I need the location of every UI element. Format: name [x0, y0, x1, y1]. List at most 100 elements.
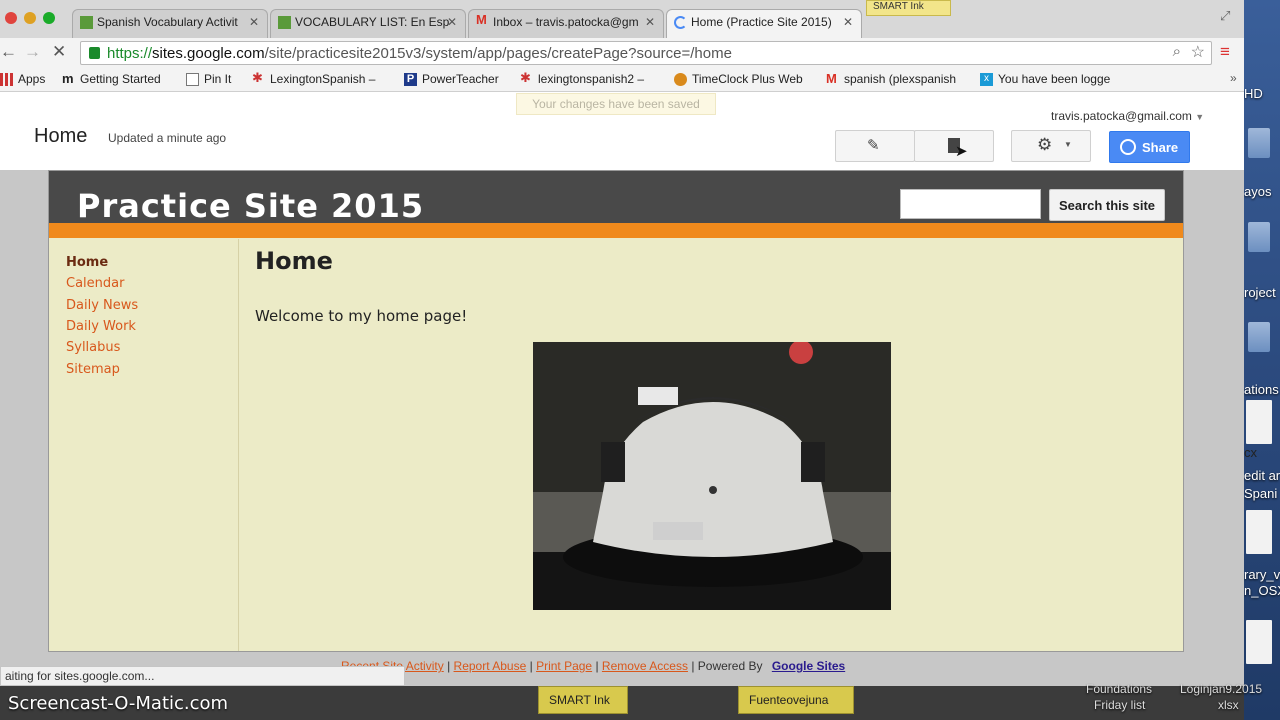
mouse-cursor-icon: ➤	[955, 143, 968, 160]
gmail-favicon-icon: M	[476, 12, 487, 27]
nav-item-sitemap[interactable]: Sitemap	[66, 362, 120, 377]
nav-item-syllabus[interactable]: Syllabus	[66, 340, 120, 355]
bookmark-logged-out[interactable]: x You have been logge	[980, 72, 1110, 86]
bookmark-getting-started[interactable]: m Getting Started	[62, 71, 161, 86]
nav-item-calendar[interactable]: Calendar	[66, 276, 124, 291]
separator: |	[529, 659, 533, 673]
bookmark-label: PowerTeacher	[422, 72, 499, 86]
url-path: /site/practicesite2015v3/system/app/page…	[264, 45, 732, 62]
print-page-link[interactable]: Print Page	[536, 659, 592, 673]
chrome-menu-icon[interactable]: ≡	[1220, 42, 1230, 62]
close-tab-icon[interactable]: ✕	[447, 15, 457, 29]
desktop-label-ations[interactable]: ations	[1244, 382, 1279, 397]
edit-page-button[interactable]: ✎	[835, 130, 915, 162]
bookmark-spanish-plex[interactable]: Mspanish (plexspanish	[826, 71, 957, 86]
dock-smart-ink[interactable]: SMART Ink	[538, 686, 628, 714]
powerteacher-p-icon: P	[404, 73, 417, 86]
site-navigation: Home Calendar Daily News Daily Work Syll…	[49, 239, 239, 651]
bookmark-label: TimeClock Plus Web	[692, 72, 803, 86]
gear-icon: ⚙	[1037, 135, 1053, 154]
site-banner: Practice Site 2015 Search this site	[49, 171, 1183, 225]
tab-vocabulary-list[interactable]: VOCABULARY LIST: En Esp ✕	[270, 9, 466, 38]
desktop-label-friday-list[interactable]: Friday list	[1094, 698, 1145, 712]
desktop-label-roject[interactable]: roject	[1244, 285, 1276, 300]
bookmark-apps[interactable]: Apps	[0, 72, 45, 86]
desktop-label-spani[interactable]: Spani	[1244, 486, 1277, 501]
back-arrow-icon[interactable]: ←	[0, 42, 17, 62]
tab-home-practice-site[interactable]: Home (Practice Site 2015) ✕	[666, 9, 862, 38]
desktop-folder-icon[interactable]	[1248, 222, 1270, 252]
close-window-icon[interactable]	[5, 12, 17, 24]
tab-label: Inbox – travis.patocka@gm	[493, 15, 639, 29]
frog-favicon-icon	[278, 16, 291, 29]
bookmark-pin-it[interactable]: Pin It	[186, 72, 231, 86]
footer-links: Recent Site Activity | Report Abuse | Pr…	[341, 659, 845, 673]
pencil-icon: ✎	[867, 137, 880, 154]
desktop-label-xlsx[interactable]: xlsx	[1218, 698, 1239, 712]
nav-item-daily-news[interactable]: Daily News	[66, 298, 138, 313]
google-sites-link[interactable]: Google Sites	[772, 659, 845, 673]
zoom-window-icon[interactable]	[43, 12, 55, 24]
minimize-window-icon[interactable]	[24, 12, 36, 24]
x-app-icon: x	[980, 73, 993, 86]
share-button[interactable]: Share	[1109, 131, 1190, 163]
stop-loading-icon[interactable]: ✕	[52, 42, 66, 62]
desktop-label-edit[interactable]: edit ar	[1244, 468, 1280, 483]
site-title[interactable]: Practice Site 2015	[77, 187, 424, 225]
separator: |	[595, 659, 599, 673]
bookmark-label: Getting Started	[80, 72, 161, 86]
nav-item-daily-work[interactable]: Daily Work	[66, 319, 136, 334]
desktop-folder-icon[interactable]	[1248, 128, 1270, 158]
bookmark-star-icon[interactable]: ☆	[1191, 42, 1205, 62]
desktop-document-icon[interactable]	[1246, 400, 1272, 444]
more-bookmarks-icon[interactable]: »	[1230, 71, 1237, 85]
desktop-document-icon[interactable]	[1246, 510, 1272, 554]
desktop-label-osx[interactable]: n_OSX	[1244, 583, 1280, 598]
bookmark-label: You have been logge	[998, 72, 1111, 86]
nav-item-home[interactable]: Home	[66, 255, 108, 270]
bookmarks-bar: Apps m Getting Started Pin It ✱ LexingtonS…	[0, 68, 1244, 92]
loading-spinner-icon	[674, 16, 687, 29]
more-actions-button[interactable]: ⚙ ▼	[1011, 130, 1091, 162]
desktop-folder-icon[interactable]	[1248, 322, 1270, 352]
tab-inbox[interactable]: M Inbox – travis.patocka@gm ✕	[468, 9, 664, 38]
gmail-icon: M	[826, 71, 837, 86]
desktop-label-loginjan[interactable]: Loginjan9.2015	[1180, 682, 1262, 696]
bookmark-powerteacher[interactable]: P PowerTeacher	[404, 72, 499, 86]
close-tab-icon[interactable]: ✕	[249, 15, 259, 29]
bookmark-lexingtonspanish[interactable]: ✱ LexingtonSpanish –	[252, 70, 375, 86]
fullscreen-icon[interactable]: ⤢	[1220, 8, 1230, 24]
bookmark-timeclock[interactable]: TimeClock Plus Web	[674, 72, 803, 86]
banner-accent-bar	[49, 223, 1183, 238]
bookmark-lexingtonspanish2[interactable]: ✱ lexingtonspanish2 –	[520, 70, 644, 86]
forward-arrow-icon[interactable]: →	[24, 42, 41, 62]
desktop-label-rary[interactable]: rary_v	[1244, 567, 1280, 582]
page-title: Home	[34, 125, 88, 147]
desktop-label-foundations[interactable]: Foundations	[1086, 682, 1152, 696]
desktop-label-hd[interactable]: HD	[1244, 86, 1263, 101]
remove-access-link[interactable]: Remove Access	[602, 659, 688, 673]
close-tab-icon[interactable]: ✕	[843, 15, 853, 29]
desktop-label-ayos[interactable]: ayos	[1244, 184, 1271, 199]
site-search-input[interactable]	[900, 189, 1041, 219]
desktop-document-icon[interactable]	[1246, 620, 1272, 664]
close-tab-icon[interactable]: ✕	[645, 15, 655, 29]
account-menu[interactable]: travis.patocka@gmail.com ▼	[1051, 109, 1204, 123]
bookmark-label: Apps	[18, 72, 46, 86]
zoom-search-icon[interactable]: ⌕	[1173, 43, 1181, 60]
bookmark-label: spanish (plexspanish	[844, 72, 957, 86]
separator: |	[447, 659, 451, 673]
tab-bar: Spanish Vocabulary Activit ✕ VOCABULARY …	[0, 0, 1244, 38]
status-bar: aiting for sites.google.com...	[0, 666, 405, 686]
new-page-button[interactable]: ➤	[914, 130, 994, 162]
desktop-label-cx[interactable]: cx	[1244, 445, 1257, 460]
tab-spanish-vocabulary[interactable]: Spanish Vocabulary Activit ✕	[72, 9, 268, 38]
share-label: Share	[1142, 140, 1179, 155]
smart-ink-toolbar[interactable]: SMART Ink	[866, 0, 951, 16]
car-illustration	[533, 342, 891, 610]
tab-label: VOCABULARY LIST: En Esp	[295, 15, 450, 29]
address-bar[interactable]: https://sites.google.com/site/practicesi…	[80, 41, 1212, 65]
dock-fuenteovejuna[interactable]: Fuenteovejuna	[738, 686, 854, 714]
report-abuse-link[interactable]: Report Abuse	[454, 659, 527, 673]
search-site-button[interactable]: Search this site	[1049, 189, 1165, 221]
